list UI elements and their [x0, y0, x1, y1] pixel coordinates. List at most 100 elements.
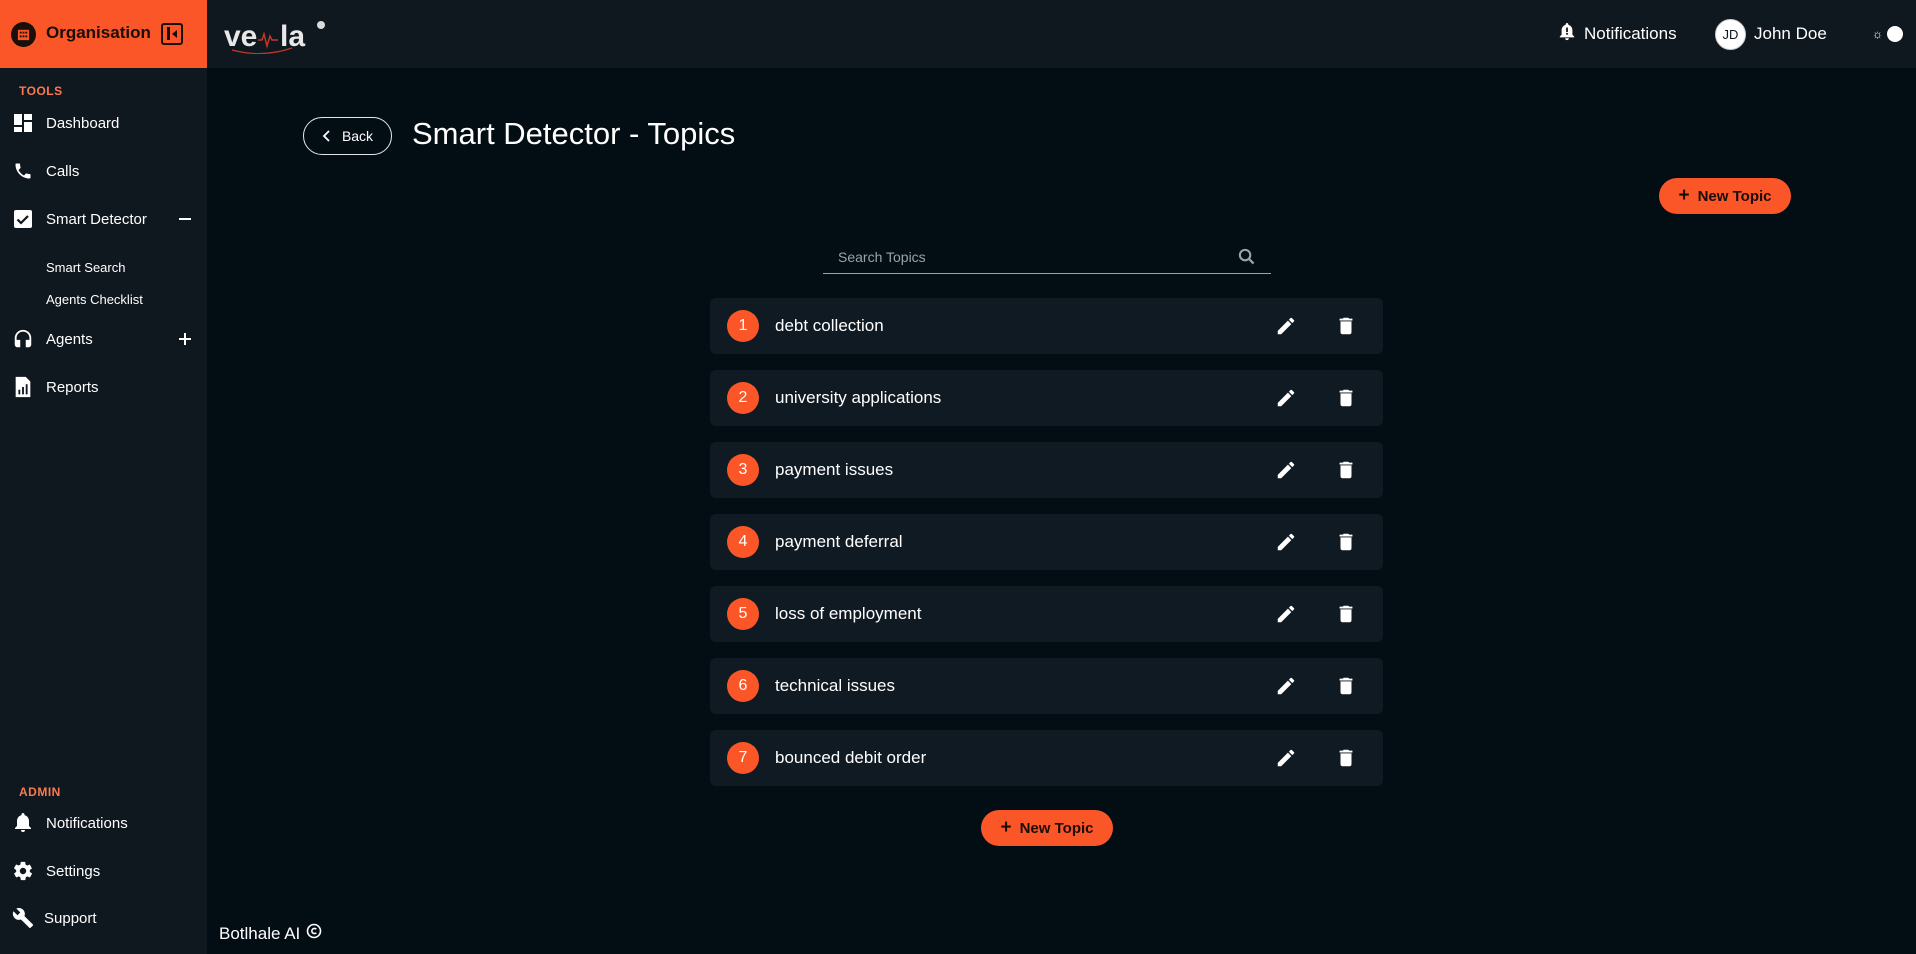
- list-item[interactable]: 6 technical issues: [710, 658, 1383, 714]
- gear-icon: [12, 860, 34, 882]
- search-input[interactable]: [838, 246, 1218, 268]
- footer-text: Botlhale AI: [219, 923, 301, 943]
- delete-icon[interactable]: [1335, 315, 1357, 337]
- sidebar-item-label: Smart Detector: [46, 210, 147, 228]
- back-label: Back: [341, 128, 374, 144]
- user-name: John Doe: [1754, 24, 1827, 43]
- footer: Botlhale AI: [219, 923, 322, 944]
- collapse-minus-icon[interactable]: [177, 211, 193, 227]
- sidebar-item-agents[interactable]: Agents: [0, 319, 207, 359]
- app-logo[interactable]: ve la: [222, 16, 332, 59]
- topic-number-badge: 1: [727, 310, 759, 342]
- sidebar-collapse-icon[interactable]: [161, 23, 183, 45]
- sidebar-item-settings[interactable]: Settings: [0, 851, 207, 891]
- organisation-icon: [11, 22, 36, 47]
- list-item[interactable]: 3 payment issues: [710, 442, 1383, 498]
- edit-icon[interactable]: [1275, 747, 1297, 769]
- topic-number-badge: 5: [727, 598, 759, 630]
- admin-section-label: ADMIN: [19, 785, 61, 799]
- sidebar-item-calls[interactable]: Calls: [0, 151, 207, 191]
- list-item[interactable]: 7 bounced debit order: [710, 730, 1383, 786]
- checkbox-icon: [12, 208, 34, 230]
- topic-number-badge: 7: [727, 742, 759, 774]
- delete-icon[interactable]: [1335, 675, 1357, 697]
- topic-label: technical issues: [775, 676, 896, 695]
- search-field: [823, 240, 1271, 274]
- sidebar-subitem-agents-checklist[interactable]: Agents Checklist: [46, 292, 143, 307]
- sidebar-item-label: Calls: [46, 162, 80, 180]
- bell-icon: [12, 812, 34, 834]
- topic-number-badge: 3: [727, 454, 759, 486]
- edit-icon[interactable]: [1275, 387, 1297, 409]
- sidebar-item-label: Support: [44, 909, 97, 927]
- sidebar-item-label: Dashboard: [46, 114, 120, 132]
- new-topic-label: New Topic: [1697, 187, 1772, 205]
- wrench-icon: [12, 907, 34, 929]
- report-icon: [12, 376, 34, 398]
- delete-icon[interactable]: [1335, 387, 1357, 409]
- sidebar-item-label: Settings: [46, 862, 101, 880]
- notifications-label: Notifications: [1584, 24, 1677, 43]
- topic-number-badge: 6: [727, 670, 759, 702]
- copyright-icon: [306, 923, 322, 944]
- sidebar-item-label: Notifications: [46, 814, 128, 832]
- dashboard-icon: [12, 112, 34, 134]
- topic-list: 1 debt collection 2 university applicati…: [710, 298, 1383, 802]
- sidebar-item-notifications[interactable]: Notifications: [0, 803, 207, 843]
- sidebar-item-reports[interactable]: Reports: [0, 367, 207, 407]
- list-item[interactable]: 5 loss of employment: [710, 586, 1383, 642]
- list-item[interactable]: 2 university applications: [710, 370, 1383, 426]
- edit-icon[interactable]: [1275, 531, 1297, 553]
- theme-toggle[interactable]: ☼: [1865, 25, 1905, 43]
- bell-alert-icon: [1558, 22, 1576, 47]
- avatar: JD: [1715, 18, 1746, 50]
- chevron-left-icon: [322, 130, 330, 142]
- topbar: ve la Notifications JD John Doe ☼: [207, 0, 1916, 68]
- topic-number-badge: 2: [727, 382, 759, 414]
- delete-icon[interactable]: [1335, 747, 1357, 769]
- org-header[interactable]: Organisation: [0, 0, 207, 68]
- list-item[interactable]: 4 payment deferral: [710, 514, 1383, 570]
- list-item[interactable]: 1 debt collection: [710, 298, 1383, 354]
- delete-icon[interactable]: [1335, 603, 1357, 625]
- topic-label: bounced debit order: [775, 748, 927, 767]
- topic-number-badge: 4: [727, 526, 759, 558]
- back-button[interactable]: Back: [303, 117, 392, 155]
- edit-icon[interactable]: [1275, 603, 1297, 625]
- sidebar-item-support[interactable]: Support: [0, 898, 207, 938]
- expand-plus-icon[interactable]: [177, 331, 193, 347]
- page-title: Smart Detector - Topics: [412, 116, 736, 151]
- topic-label: payment issues: [775, 460, 894, 479]
- delete-icon[interactable]: [1335, 459, 1357, 481]
- user-menu-button[interactable]: JD John Doe: [1715, 18, 1827, 50]
- edit-icon[interactable]: [1275, 315, 1297, 337]
- toggle-knob: [1887, 26, 1903, 42]
- delete-icon[interactable]: [1335, 531, 1357, 553]
- sidebar-item-label: Agents: [46, 330, 93, 348]
- plus-icon: +: [1000, 816, 1012, 838]
- sidebar-item-dashboard[interactable]: Dashboard: [0, 103, 207, 143]
- sidebar-item-smart-detector[interactable]: Smart Detector: [0, 199, 207, 239]
- search-icon[interactable]: [1238, 248, 1255, 270]
- topic-label: university applications: [775, 388, 942, 407]
- edit-icon[interactable]: [1275, 675, 1297, 697]
- topic-label: payment deferral: [775, 532, 903, 551]
- svg-text:la: la: [280, 20, 305, 53]
- topbar-notifications-button[interactable]: Notifications: [1558, 20, 1677, 48]
- new-topic-button-top[interactable]: + New Topic: [1659, 178, 1791, 214]
- svg-text:ve: ve: [224, 20, 257, 53]
- headset-icon: [12, 328, 34, 350]
- sun-icon: ☼: [1872, 27, 1883, 41]
- new-topic-button-bottom[interactable]: + New Topic: [981, 810, 1113, 846]
- sidebar-item-label: Reports: [46, 378, 99, 396]
- sidebar: Organisation TOOLS Dashboard Calls Smart…: [0, 0, 207, 954]
- new-topic-label: New Topic: [1019, 819, 1094, 837]
- plus-icon: +: [1678, 184, 1690, 206]
- tools-section-label: TOOLS: [19, 84, 63, 98]
- topic-label: loss of employment: [775, 604, 922, 623]
- sidebar-subitem-smart-search[interactable]: Smart Search: [46, 260, 125, 275]
- organisation-label: Organisation: [46, 23, 151, 42]
- phone-icon: [12, 160, 34, 182]
- edit-icon[interactable]: [1275, 459, 1297, 481]
- topic-label: debt collection: [775, 316, 884, 335]
